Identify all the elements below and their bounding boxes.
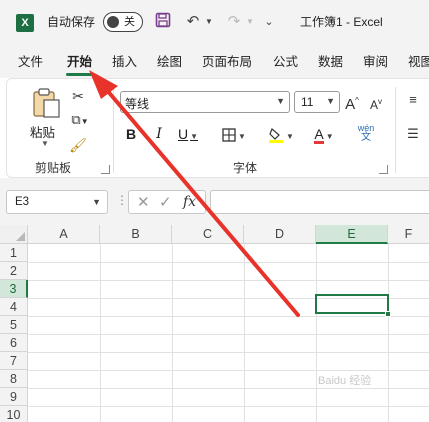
active-cell-e3[interactable] [315,294,389,314]
paste-icon[interactable] [31,87,61,119]
font-group-label: 字体 [233,161,258,175]
gridline [28,316,429,317]
gridline [28,388,429,389]
row-header[interactable]: 2 [0,262,28,280]
tab-formulas[interactable]: 公式 [273,54,298,70]
paste-dropdown-icon[interactable]: ▼ [41,139,49,148]
phonetic-bottom: 文 [361,132,371,143]
gridline [100,244,101,422]
select-all-button[interactable] [0,225,28,244]
column-header[interactable]: A [28,225,100,244]
row-header[interactable]: 4 [0,298,28,316]
row-header[interactable]: 10 [0,406,28,422]
column-header[interactable]: C [172,225,244,244]
group-separator [395,87,396,173]
increase-font-size-icon[interactable]: A^ [343,92,361,114]
undo-dropdown-icon[interactable]: ▼ [204,12,214,32]
italic-button[interactable]: I [153,125,165,143]
row-header[interactable]: 9 [0,388,28,406]
insert-function-icon[interactable]: fx [183,194,196,210]
tab-data[interactable]: 数据 [318,54,343,70]
align-left-icon[interactable]: ☰ [405,125,421,143]
chevron-down-icon: ▼ [92,197,101,207]
tab-draw[interactable]: 绘图 [157,54,182,70]
formula-controls: ✕ ✓ fx [128,190,206,214]
bold-button[interactable]: B [125,125,137,143]
chevron-down-icon: ▼ [326,96,335,106]
formula-input[interactable] [210,190,429,214]
tab-page-layout[interactable]: 页面布局 [202,54,252,70]
select-all-icon [16,232,25,241]
customize-toolbar-icon[interactable]: ⌄ [262,12,276,32]
toggle-knob [107,16,119,28]
worksheet-grid[interactable]: A B C D E F 1 2 3 4 5 6 7 8 9 10 [0,225,429,422]
font-name-value: 等线 [125,97,150,111]
font-name-select[interactable]: 等线 ▼ [120,91,290,113]
cancel-icon[interactable]: ✕ [137,193,150,211]
borders-button[interactable]: ▼ [219,125,249,146]
tab-review[interactable]: 审阅 [363,54,388,70]
ribbon-tabs: 文件 开始 插入 绘图 页面布局 公式 数据 审阅 视图 [0,44,429,78]
gridline [28,370,429,371]
resize-handle-icon[interactable]: ⋮ [116,193,128,207]
column-header[interactable]: D [244,225,316,244]
gridline [28,334,429,335]
name-box[interactable]: E3 ▼ [6,190,108,214]
gridline [316,244,317,422]
column-header[interactable]: B [100,225,172,244]
tab-view[interactable]: 视图 [408,54,429,70]
decrease-font-size-icon[interactable]: Av [367,93,385,114]
save-icon[interactable] [153,12,173,32]
tab-home[interactable]: 开始 [67,54,92,70]
name-box-value: E3 [15,196,30,208]
redo-icon[interactable]: ↷ [224,12,244,32]
fill-color-button[interactable]: ▼ [265,125,297,146]
align-top-icon[interactable]: ≡ [405,91,421,109]
ribbon-home: 粘贴 ▼ ✂ ⧉▼ 🖌 剪贴板 等线 ▼ 11 ▼ A^ Av B I U ▼ ▼… [6,78,429,178]
group-separator [113,87,114,173]
row-header-selected[interactable]: 3 [0,280,28,298]
gridline [388,244,389,422]
chevron-down-icon: ▼ [276,96,285,106]
row-header[interactable]: 1 [0,244,28,262]
redo-dropdown-icon[interactable]: ▼ [245,12,255,32]
gridline [244,244,245,422]
enter-icon[interactable]: ✓ [159,193,172,211]
document-title: 工作簿1 - Excel [300,15,383,29]
active-tab-indicator [66,73,94,76]
gridline [172,244,173,422]
formula-bar-area: E3 ▼ ⋮ ✕ ✓ fx [0,178,429,225]
phonetic-guide-button[interactable]: wén 文 [349,123,383,143]
row-header[interactable]: 8 [0,370,28,388]
undo-icon[interactable]: ↶ [183,12,203,32]
column-header[interactable]: F [388,225,429,244]
clipboard-group-label: 剪贴板 [35,161,72,175]
gridline [28,280,429,281]
gridline [28,352,429,353]
excel-logo-icon: X [16,14,34,32]
gridline [28,262,429,263]
format-painter-icon[interactable]: 🖌 [69,136,87,154]
autosave-toggle[interactable]: 关 [103,12,143,32]
gridline [28,406,429,407]
font-color-button[interactable]: A ▼ [309,125,339,146]
fill-handle[interactable] [385,311,391,317]
tab-insert[interactable]: 插入 [112,54,137,70]
clipboard-launcher-icon[interactable] [101,165,110,174]
title-bar: X 自动保存 关 ↶ ▼ ↷ ▼ ⌄ 工作簿1 - Excel [0,0,429,44]
autosave-state: 关 [124,16,135,28]
row-header[interactable]: 5 [0,316,28,334]
row-header[interactable]: 7 [0,352,28,370]
cut-icon[interactable]: ✂ [69,87,87,105]
font-size-select[interactable]: 11 ▼ [294,91,340,113]
underline-button[interactable]: U ▼ [175,125,201,146]
column-header-selected[interactable]: E [316,225,388,244]
font-launcher-icon[interactable] [379,165,388,174]
watermark: Baidu 经验 [318,375,372,387]
row-header[interactable]: 6 [0,334,28,352]
font-size-value: 11 [301,95,314,109]
tab-file[interactable]: 文件 [18,54,43,70]
copy-icon[interactable]: ⧉▼ [67,111,93,131]
autosave-label: 自动保存 [47,15,96,29]
